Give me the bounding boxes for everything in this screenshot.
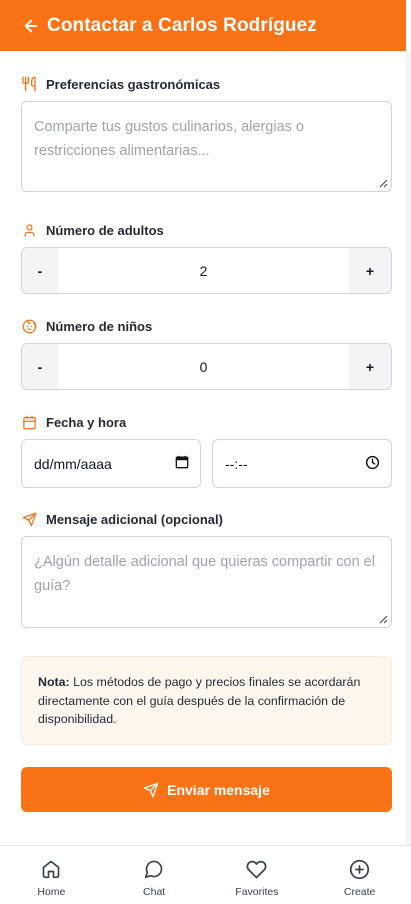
resize-handle-icon[interactable] [379,179,388,188]
app-header: Contactar a Carlos Rodríguez [0,0,406,51]
message-textarea[interactable]: ¿Algún detalle adicional que quieras com… [21,536,392,628]
send-section: Enviar mensaje [21,767,392,812]
preferences-section: Preferencias gastronómicas Comparte tus … [21,74,392,192]
nav-item-favorites[interactable]: Favorites [206,846,309,904]
send-button-label: Enviar mensaje [167,781,270,798]
message-placeholder: ¿Algún detalle adicional que quieras com… [34,554,375,594]
utensils-icon [21,76,37,92]
baby-icon [21,318,37,334]
send-icon [21,511,37,527]
nav-item-chat[interactable]: Chat [103,846,206,904]
children-label: Número de niños [46,318,153,334]
note-bold-label: Nota: [38,675,70,689]
send-message-button[interactable]: Enviar mensaje [21,767,392,812]
preferences-placeholder: Comparte tus gustos culinarios, alergias… [34,119,304,159]
nav-label-chat: Chat [143,886,166,898]
plus-circle-icon [349,858,371,880]
adults-decrement-button[interactable]: - [22,248,58,293]
payment-note: Nota: Los métodos de pago y precios fina… [21,656,392,745]
adults-section: Número de adultos - 2 + [21,220,392,294]
heart-icon [246,858,268,880]
message-label: Mensaje adicional (opcional) [46,511,223,527]
date-input[interactable]: dd/mm/aaaa [21,439,201,488]
nav-item-create[interactable]: Create [308,846,411,904]
home-icon [40,858,62,880]
clock-icon[interactable] [365,455,380,473]
adults-value[interactable]: 2 [58,248,349,293]
date-placeholder: dd/mm/aaaa [34,455,112,472]
nav-item-home[interactable]: Home [0,846,103,904]
preferences-textarea[interactable]: Comparte tus gustos culinarios, alergias… [21,101,392,192]
page-title: Contactar a Carlos Rodríguez [47,14,317,36]
chat-icon [143,858,165,880]
calendar-picker-icon[interactable] [175,455,189,472]
children-section: Número de niños - 0 + [21,316,392,390]
adults-stepper: - 2 + [21,247,392,294]
nav-label-home: Home [37,886,66,898]
send-icon [143,782,159,798]
children-stepper: - 0 + [21,343,392,390]
children-increment-button[interactable]: + [349,344,391,389]
user-icon [21,222,37,238]
nav-label-create: Create [343,886,376,898]
bottom-nav: Home Chat Favorites Create [0,845,411,904]
children-decrement-button[interactable]: - [22,344,58,389]
arrow-left-icon[interactable] [22,17,40,35]
preferences-label: Preferencias gastronómicas [46,76,221,92]
calendar-icon [21,414,37,430]
datetime-section: Fecha y hora dd/mm/aaaa --:-- [21,412,392,488]
message-section: Mensaje adicional (opcional) ¿Algún deta… [21,509,392,628]
resize-handle-icon[interactable] [379,615,388,624]
time-input[interactable]: --:-- [212,439,392,488]
adults-label: Número de adultos [46,222,164,238]
datetime-label: Fecha y hora [46,414,127,430]
adults-increment-button[interactable]: + [349,248,391,293]
nav-label-favorites: Favorites [235,886,279,898]
scrollbar[interactable] [406,51,411,845]
children-value[interactable]: 0 [58,344,349,389]
note-text: Los métodos de pago y precios finales se… [38,675,361,726]
time-placeholder: --:-- [225,455,248,472]
